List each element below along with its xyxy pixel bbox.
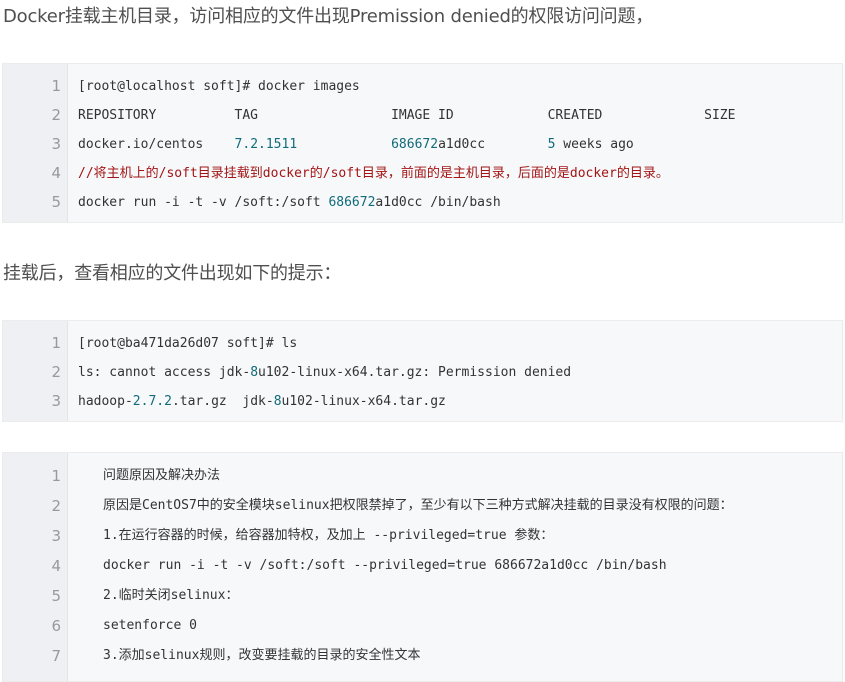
code-text: 3.添加selinux规则，改变要挂载的目录的安全性文本 [103, 641, 420, 671]
line-number: 1 [51, 77, 61, 95]
code-token: setenforce 0 [103, 618, 197, 633]
line-number: 2 [51, 497, 61, 515]
code-line: 2 原因是CentOS7中的安全模块selinux把权限禁掉了，至少有以下三种方式… [3, 491, 842, 521]
code-token: docker run -i -t -v /soft:/soft --privil… [103, 558, 667, 573]
code-token: 686672 [328, 195, 376, 210]
code-text: docker run -i -t -v /soft:/soft --privil… [103, 551, 667, 581]
code-token: 7.2.1511 [234, 137, 298, 152]
line-number: 6 [51, 617, 61, 635]
line-number: 4 [51, 164, 61, 182]
code-line: 1 问题原因及解决办法 [3, 461, 842, 491]
code-block-docker-images: 1 [root@localhost soft]# docker images 2 RE… [2, 63, 843, 223]
code-token: [root@ba471da26d07 soft]# ls [78, 336, 298, 351]
code-token: u102-linux-x64.tar.gz: Permission denied [258, 365, 572, 380]
code-token: weeks ago [555, 137, 634, 152]
intro-heading: Docker挂载主机目录，访问相应的文件出现Premission denied的… [3, 6, 654, 27]
code-token: .tar.gz jdk- [171, 394, 274, 409]
code-line: 1 [root@ba471da26d07 soft]# ls [3, 329, 842, 358]
code-token: a1d0cc [438, 137, 548, 152]
code-line: 3 1.在运行容器的时候，给容器加特权，及加上 --privileged=true… [3, 521, 842, 551]
code-text: //将主机上的/soft目录挂载到docker的/soft目录，前面的是主机目录… [78, 159, 669, 188]
code-line: 2 ls: cannot access jdk-8u102-linux-x64.t… [3, 358, 842, 387]
code-line: 2 REPOSITORY TAG IMAGE ID CREATED SIZE [3, 101, 842, 130]
code-token: 1.在运行容器的时候，给容器加特权，及加上 --privileged=true … [103, 528, 554, 543]
code-token: 686672 [391, 137, 439, 152]
code-token: 原因是CentOS7中的安全模块selinux把权限禁掉了，至少有以下三种方式解… [103, 498, 733, 513]
code-text: [root@localhost soft]# docker images [78, 72, 360, 101]
line-number: 7 [51, 647, 61, 665]
code-token: hadoop- [78, 394, 133, 409]
code-token: u102-linux-x64.tar.gz [281, 394, 446, 409]
code-text: setenforce 0 [103, 611, 197, 641]
code-token: docker.io/centos [78, 137, 235, 152]
code-token: //将主机上的/soft目录挂载到docker的/soft目录，前面的是主机目录… [78, 166, 669, 181]
code-token: docker run -i -t -v /soft:/soft [78, 195, 329, 210]
code-token: 8 [273, 394, 282, 409]
line-number: 1 [51, 467, 61, 485]
code-token: [root@localhost soft]# docker images [78, 79, 360, 94]
code-text: 问题原因及解决办法 [103, 461, 220, 491]
code-block-solution: 1 问题原因及解决办法 2 原因是CentOS7中的安全模块selinux把权限禁掉了… [2, 452, 843, 682]
line-number: 3 [51, 135, 61, 153]
line-number: 4 [51, 557, 61, 575]
code-line: 3 docker.io/centos 7.2.1511 686672a1d0cc … [3, 130, 842, 159]
line-number: 2 [51, 363, 61, 381]
code-token: ls: cannot access jdk- [78, 365, 251, 380]
code-line: 1 [root@localhost soft]# docker images [3, 72, 842, 101]
line-number: 5 [51, 587, 61, 605]
code-text: docker run -i -t -v /soft:/soft 686672a1… [78, 188, 501, 217]
line-number: 3 [51, 392, 61, 410]
line-number: 5 [51, 193, 61, 211]
code-text: ls: cannot access jdk-8u102-linux-x64.ta… [78, 358, 571, 387]
code-token: a1d0cc /bin/bash [375, 195, 501, 210]
code-token: 3.添加selinux规则，改变要挂载的目录的安全性文本 [103, 648, 421, 663]
code-line: 7 3.添加selinux规则，改变要挂载的目录的安全性文本 [3, 641, 842, 671]
code-token: 2.临时关闭selinux： [103, 588, 239, 603]
code-token: 8 [250, 365, 259, 380]
code-block-ls-output: 1 [root@ba471da26d07 soft]# ls 2 ls: cannot… [2, 320, 843, 422]
code-line: 4 docker run -i -t -v /soft:/soft --privi… [3, 551, 842, 581]
code-line: 5 docker run -i -t -v /soft:/soft 686672a… [3, 188, 842, 217]
code-text: REPOSITORY TAG IMAGE ID CREATED SIZE [78, 101, 735, 130]
mount-heading: 挂载后，查看相应的文件出现如下的提示： [3, 263, 342, 284]
code-token: 问题原因及解决办法 [103, 468, 221, 483]
code-text: 1.在运行容器的时候，给容器加特权，及加上 --privileged=true … [103, 521, 553, 551]
code-line: 3 hadoop-2.7.2.tar.gz jdk-8u102-linux-x64… [3, 387, 842, 416]
code-line: 5 2.临时关闭selinux： [3, 581, 842, 611]
code-line: 4 //将主机上的/soft目录挂载到docker的/soft目录，前面的是主机目… [3, 159, 842, 188]
line-number: 1 [51, 334, 61, 352]
line-number: 2 [51, 106, 61, 124]
line-number: 3 [51, 527, 61, 545]
code-text: hadoop-2.7.2.tar.gz jdk-8u102-linux-x64.… [78, 387, 446, 416]
code-token: REPOSITORY TAG IMAGE ID CREATED SIZE [78, 108, 736, 123]
code-text: 2.临时关闭selinux： [103, 581, 238, 611]
code-line: 6 setenforce 0 [3, 611, 842, 641]
code-text: docker.io/centos 7.2.1511 686672a1d0cc 5… [78, 130, 634, 159]
code-text: 原因是CentOS7中的安全模块selinux把权限禁掉了，至少有以下三种方式解… [103, 491, 733, 521]
code-text: [root@ba471da26d07 soft]# ls [78, 329, 297, 358]
code-token: 2.7.2 [132, 394, 172, 409]
